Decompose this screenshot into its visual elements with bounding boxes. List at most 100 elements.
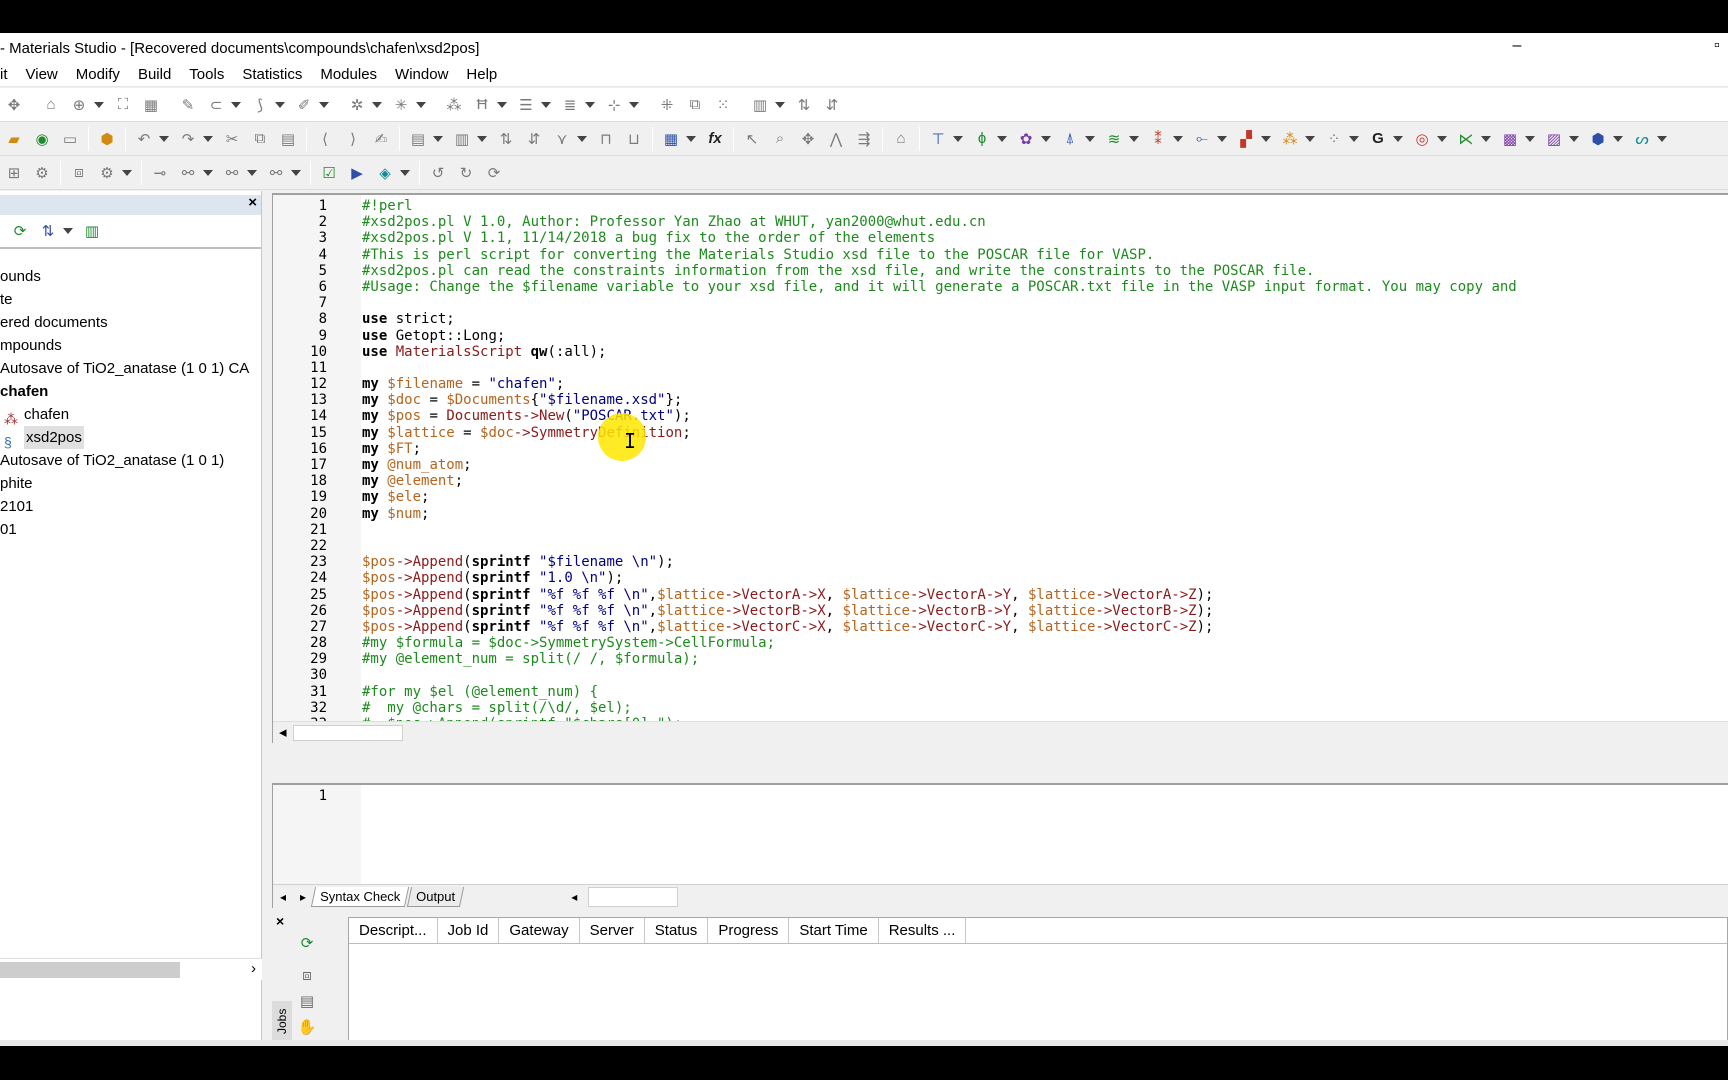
dropdown-arrow[interactable] [231,101,241,108]
restore-button[interactable]: ▫ [1714,37,1728,59]
code-line[interactable]: 20 my $num; [273,506,1517,522]
code-line[interactable]: 27 $pos->Append(sprintf "%f %f %f \n",$la… [273,619,1517,635]
menu-view[interactable]: View [17,66,67,83]
code-line[interactable]: 1 #!perl [273,198,1517,214]
tree-item[interactable]: ⁂ chafen [0,403,261,427]
code-line[interactable]: 30 [273,667,1517,683]
adjust-hydrogen-icon[interactable]: ⁂ [442,93,466,117]
tree-item[interactable]: te [0,288,261,311]
module-reflex-icon[interactable]: ⟜ [1190,127,1214,151]
dropdown-arrow[interactable] [291,169,301,176]
reset-view-icon[interactable]: ⌂ [889,127,913,151]
module-amorphous-icon[interactable]: ▩ [1498,127,1522,151]
refresh-icon[interactable]: ⟳ [8,219,32,243]
new-document-icon[interactable]: ▭ [58,127,82,151]
dropdown-arrow[interactable] [1261,135,1271,142]
scrollbar-thumb[interactable] [293,725,403,741]
module-castep-icon[interactable]: ⊤ [926,127,950,151]
menu-build[interactable]: Build [129,66,180,83]
code-line[interactable]: 13 my $doc = $Documents{"$filename.xsd"}; [273,392,1517,408]
tree-item[interactable]: ered documents [0,311,261,334]
move-icon[interactable]: ✥ [2,93,26,117]
step-icon[interactable]: ↻ [454,161,478,185]
unlock-icon[interactable]: ⊔ [622,127,646,151]
chain-link-icon[interactable]: ⚯ [220,161,244,185]
select-region-icon[interactable]: ⇶ [852,127,876,151]
module-mesocite-icon[interactable]: ⁑ [1146,127,1170,151]
settings-grid-icon[interactable]: ⚙ [30,161,54,185]
code-line[interactable]: 11 [273,360,1517,376]
jobs-column-header[interactable]: Job Id [438,918,500,943]
peak-icon[interactable]: ⋀ [824,127,848,151]
dropdown-arrow[interactable] [1657,135,1667,142]
code-line[interactable]: 6 #Usage: Change the $filename variable t… [273,279,1517,295]
dropdown-arrow[interactable] [159,135,169,142]
menu-tools[interactable]: Tools [180,66,233,83]
code-line[interactable]: 16 my $FT; [273,441,1517,457]
jobs-column-header[interactable]: Descript... [349,918,438,943]
fit-screen-icon[interactable]: ⛶ [111,93,135,117]
minimize-button[interactable]: – [1502,37,1532,59]
code-line[interactable]: 9 use Getopt::Long; [273,328,1517,344]
dropdown-arrow[interactable] [433,135,443,142]
chevron-left-icon[interactable]: ◂ [564,890,584,904]
sort-icon[interactable]: ⇅ [792,93,816,117]
select-all-icon[interactable]: ⧉ [683,93,707,117]
module-qmera-icon[interactable]: ◎ [1410,127,1434,151]
module-conformers-icon[interactable]: G [1366,127,1390,151]
code-line[interactable]: 3 #xsd2pos.pl V 1.1, 11/14/2018 a bug fix… [273,230,1517,246]
code-line[interactable]: 24 $pos->Append(sprintf "1.0 \n"); [273,570,1517,586]
dropdown-arrow[interactable] [1393,135,1403,142]
code-line[interactable]: 8 use strict; [273,311,1517,327]
tree-item[interactable]: 2101 [0,495,261,518]
copy-icon[interactable]: ⧉ [248,127,272,151]
run-icon[interactable]: ▶ [345,161,369,185]
code-line[interactable]: 2 #xsd2pos.pl V 1.0, Author: Professor Ya… [273,214,1517,230]
dropdown-arrow[interactable] [247,169,257,176]
jobs-column-header[interactable]: Status [645,918,709,943]
dropdown-arrow[interactable] [1085,135,1095,142]
tab-syntax-check[interactable]: Syntax Check [310,886,410,907]
tree-item[interactable]: § xsd2pos [0,426,261,450]
dropdown-arrow[interactable] [1437,135,1447,142]
sort-descending-icon[interactable]: ⇵ [522,127,546,151]
link-icon[interactable]: ⚯ [176,161,200,185]
dropdown-arrow[interactable] [1613,135,1623,142]
tree-item[interactable]: mpounds [0,334,261,357]
chart-bars-icon[interactable]: ▥ [450,127,474,151]
dropdown-arrow[interactable] [1525,135,1535,142]
sketch-fragment-icon[interactable]: ✐ [292,93,316,117]
modify-hybrid-icon[interactable]: ✳ [389,93,413,117]
module-qsar-icon[interactable]: ᔕ [1630,127,1654,151]
jobs-column-header[interactable]: Server [580,918,645,943]
close-icon[interactable]: × [276,913,284,929]
code-line[interactable]: 21 [273,522,1517,538]
dropdown-arrow[interactable] [1217,135,1227,142]
dropdown-arrow[interactable] [997,135,1007,142]
filter-icon[interactable]: ⋎ [550,127,574,151]
jobs-column-header[interactable]: Progress [708,918,790,943]
center-icon[interactable]: ⊕ [67,93,91,117]
code-line[interactable]: 17 my @num_atom; [273,457,1517,473]
tab-output[interactable]: Output [407,886,465,907]
dropdown-arrow[interactable] [275,101,285,108]
menu-edit[interactable]: it [0,66,17,83]
chevron-right-icon[interactable]: › [251,960,256,977]
module-polymorph-icon[interactable]: ⁘ [1322,127,1346,151]
dropdown-arrow[interactable] [1305,135,1315,142]
script-wizard-icon[interactable]: ✍ [369,127,393,151]
menu-modify[interactable]: Modify [67,66,129,83]
scrollbar-thumb[interactable] [0,962,180,978]
select-fragment-icon[interactable]: ⁜ [655,93,679,117]
code-line[interactable]: 10 use MaterialsScript qw(:all); [273,344,1517,360]
function-icon[interactable]: fx [703,127,727,151]
prev-icon[interactable]: ⟨ [313,127,337,151]
display-style-icon[interactable]: ▦ [139,93,163,117]
connect-icon[interactable]: ⚯ [264,161,288,185]
sort-desc-icon[interactable]: ⇵ [820,93,844,117]
dropdown-arrow[interactable] [585,101,595,108]
menu-window[interactable]: Window [386,66,457,83]
tree-item[interactable]: Autosave of TiO2_anatase (1 0 1) [0,449,261,472]
dropdown-arrow[interactable] [497,101,507,108]
code-line[interactable]: 19 my $ele; [273,489,1517,505]
